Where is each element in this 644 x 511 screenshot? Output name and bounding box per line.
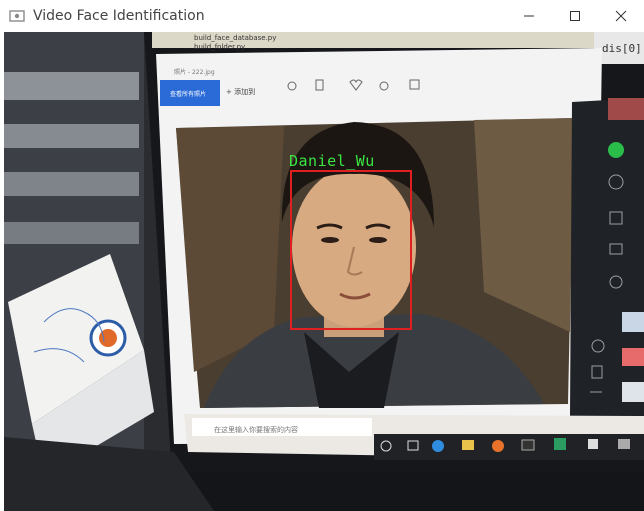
viewer-title: 照片 - 222.jpg (174, 68, 215, 76)
app-icon (9, 8, 25, 24)
minimize-button[interactable] (506, 0, 552, 32)
maximize-button[interactable] (552, 0, 598, 32)
viewer-button: 查看所有照片 (170, 90, 206, 98)
window-controls (506, 0, 644, 32)
code-tab-1: build_face_database.py (194, 34, 276, 42)
face-identity-label: Daniel_Wu (289, 152, 375, 170)
taskbar-search-text: 在这里输入你要搜索的内容 (214, 425, 298, 434)
app-window: Video Face Identification build_face_dat… (0, 0, 644, 511)
code-tab-2: build_folder.py (194, 43, 245, 51)
video-frame: build_face_database.py build_folder.py d… (4, 32, 644, 511)
title-bar: Video Face Identification (0, 0, 644, 32)
close-icon (615, 10, 627, 22)
close-button[interactable] (598, 0, 644, 32)
code-fragment: dis[0] (602, 42, 642, 55)
minimize-icon (524, 15, 534, 17)
window-title: Video Face Identification (33, 8, 205, 24)
viewer-add: + 添加到 (226, 87, 255, 96)
face-bounding-box (290, 170, 412, 330)
maximize-icon (570, 11, 580, 21)
